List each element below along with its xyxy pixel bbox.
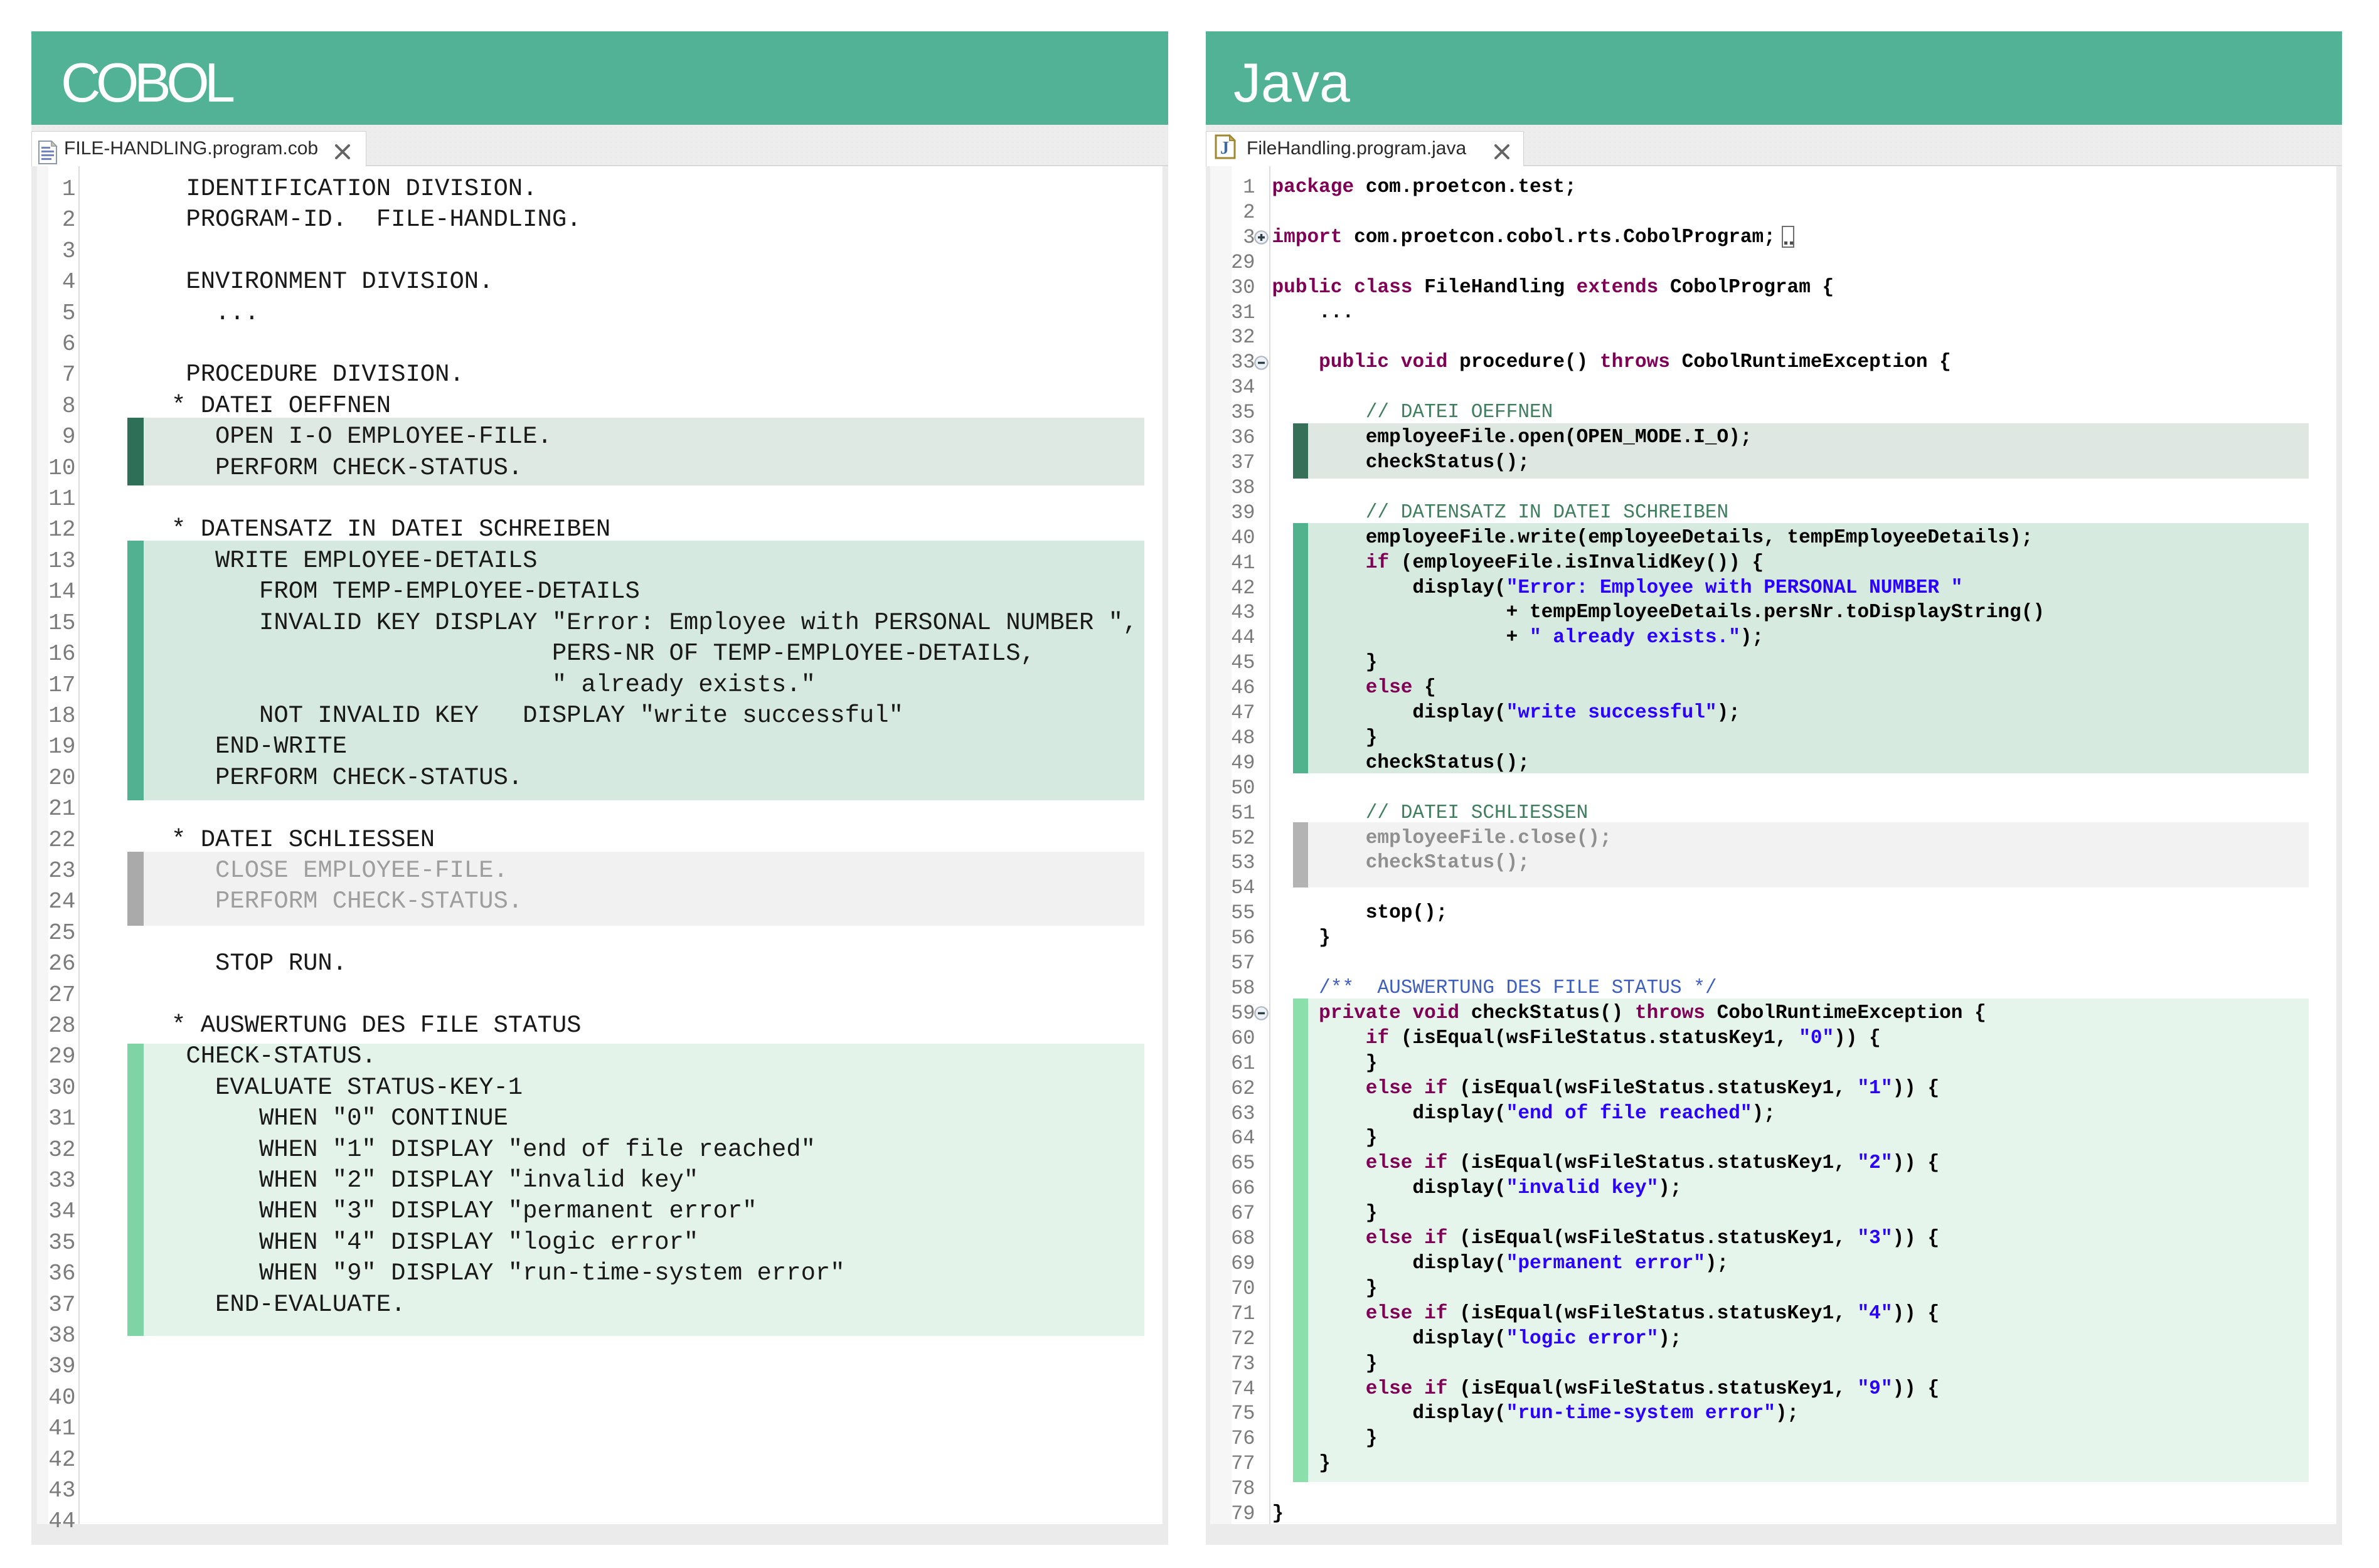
- svg-text:J: J: [1220, 139, 1229, 158]
